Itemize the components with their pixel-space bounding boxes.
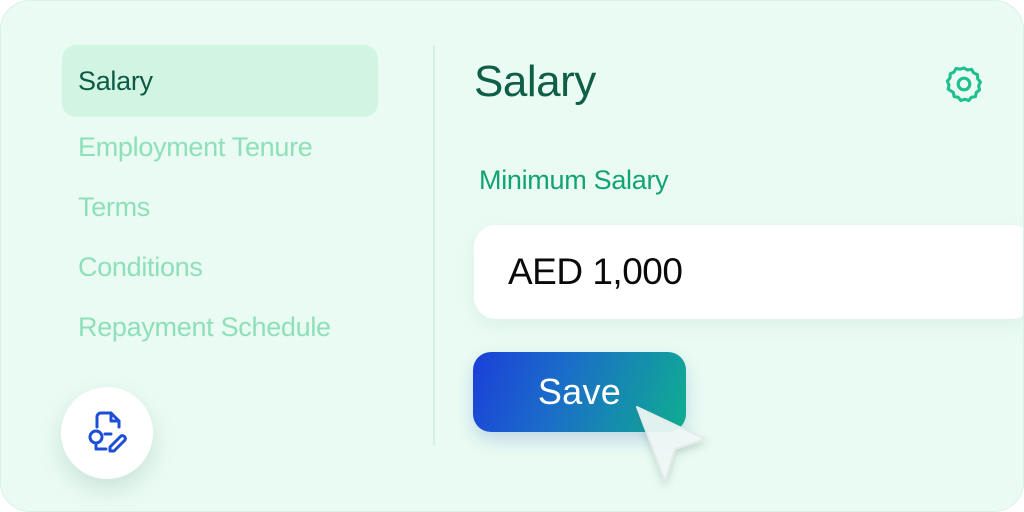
sidebar-item-employment-tenure[interactable]: Employment Tenure: [62, 117, 382, 177]
minimum-salary-value: AED 1,000: [508, 251, 683, 292]
vertical-divider: [433, 45, 435, 445]
pointer-cursor-icon: [629, 401, 715, 491]
sidebar-item-conditions[interactable]: Conditions: [62, 237, 382, 297]
gear-icon[interactable]: [943, 63, 985, 105]
salary-settings-card: Salary Employment Tenure Terms Condition…: [0, 0, 1024, 512]
sidebar-item-label: Salary: [78, 65, 153, 96]
sidebar-item-label: Employment Tenure: [78, 131, 313, 162]
sidebar-item-salary[interactable]: Salary: [62, 45, 378, 117]
sidebar-item-label: Repayment Schedule: [78, 311, 331, 342]
sidebar-item-repayment-schedule[interactable]: Repayment Schedule: [62, 297, 382, 357]
sidebar-nav: Salary Employment Tenure Terms Condition…: [62, 45, 382, 357]
minimum-salary-input[interactable]: AED 1,000: [474, 225, 1023, 319]
page-title: Salary: [474, 57, 596, 106]
sidebar-item-label: Terms: [78, 191, 150, 222]
document-edit-icon: [83, 407, 131, 460]
sidebar-item-label: Conditions: [78, 251, 203, 282]
minimum-salary-label: Minimum Salary: [479, 165, 669, 195]
sidebar: Salary Employment Tenure Terms Condition…: [62, 45, 382, 357]
document-edit-button[interactable]: [61, 387, 153, 479]
save-button-label: Save: [537, 371, 622, 412]
sidebar-item-terms[interactable]: Terms: [62, 177, 382, 237]
